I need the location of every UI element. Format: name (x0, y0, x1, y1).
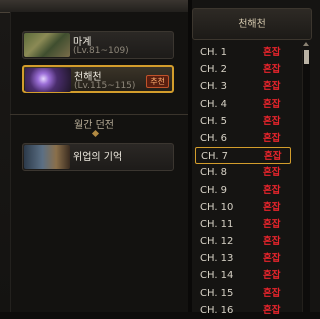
memory-of-feat-image (24, 145, 70, 169)
channel-name: CH. 10 (200, 201, 234, 213)
channel-name: CH. 11 (200, 218, 234, 230)
channel-row[interactable]: CH. 9 혼잡 (195, 182, 291, 199)
dungeon-level: (Lv.115~115) (74, 81, 136, 91)
scroll-up-icon[interactable] (303, 42, 309, 46)
channel-status: 혼잡 (263, 64, 281, 76)
channel-row[interactable]: CH. 4 혼잡 (195, 96, 291, 113)
channel-name: CH. 14 (200, 270, 234, 282)
channel-name: CH. 4 (200, 98, 228, 110)
channel-status: 혼잡 (263, 253, 281, 265)
channel-name: CH. 9 (200, 184, 228, 196)
channel-status: 혼잡 (263, 304, 281, 316)
channel-status: 혼잡 (263, 287, 281, 299)
dungeon-level: (Lv.81~109) (73, 46, 129, 56)
dungeon-item-magye[interactable]: 마계 (Lv.81~109) (22, 31, 174, 59)
channel-status: 혼잡 (263, 270, 281, 282)
channel-row[interactable]: CH. 6 혼잡 (195, 130, 291, 147)
channel-name: CH. 6 (200, 132, 228, 144)
dungeon-item-memory-of-feat[interactable]: 위업의 기억 (22, 143, 174, 171)
channel-name: CH. 15 (200, 287, 234, 299)
channel-status: 혼잡 (263, 236, 281, 248)
channel-row[interactable]: CH. 13 혼잡 (195, 250, 291, 267)
channel-row[interactable]: CH. 1 혼잡 (195, 44, 291, 61)
channel-status: 혼잡 (263, 201, 281, 213)
channel-row[interactable]: CH. 11 혼잡 (195, 216, 291, 233)
channel-status: 혼잡 (263, 115, 281, 127)
channel-status: 혼잡 (263, 132, 281, 144)
channel-row[interactable]: CH. 12 혼잡 (195, 233, 291, 250)
channel-name: CH. 13 (200, 253, 234, 265)
channel-name: CH. 7 (201, 151, 229, 163)
channel-status: 혼잡 (264, 151, 282, 163)
recommended-badge: 추천 (146, 75, 169, 88)
channel-name: CH. 2 (200, 64, 228, 76)
cheonhaecheon-image (25, 68, 71, 92)
channel-name: CH. 16 (200, 304, 234, 316)
dungeon-title: 위업의 기억 (73, 152, 123, 163)
channel-row[interactable]: CH. 10 혼잡 (195, 199, 291, 216)
channel-name: CH. 1 (200, 47, 228, 58)
channel-name: CH. 3 (200, 81, 228, 93)
channel-status: 혼잡 (263, 184, 281, 196)
section-divider (10, 114, 188, 115)
channel-name: CH. 8 (200, 167, 228, 179)
dungeon-list-panel: 마계 (Lv.81~109) 천해천 (Lv.115~115) 추천 월간 던전… (0, 0, 192, 312)
dungeon-item-cheonhaecheon[interactable]: 천해천 (Lv.115~115) 추천 (22, 65, 174, 93)
channel-row[interactable]: CH. 5 혼잡 (195, 113, 291, 130)
channel-row-selected[interactable]: CH. 7 혼잡 (195, 147, 291, 165)
channel-status: 혼잡 (263, 98, 281, 110)
channel-row[interactable]: CH. 15 혼잡 (195, 285, 291, 302)
channel-name: CH. 5 (200, 115, 228, 127)
channel-status: 혼잡 (263, 81, 281, 93)
channel-row[interactable]: CH. 14 혼잡 (195, 267, 291, 284)
channel-row[interactable]: CH. 16 혼잡 (195, 302, 291, 319)
channel-status: 혼잡 (263, 47, 281, 58)
channel-scrollbar[interactable] (302, 50, 310, 312)
channel-name: CH. 12 (200, 236, 234, 248)
channel-list: CH. 1 혼잡 CH. 2 혼잡 CH. 3 혼잡 CH. 4 혼잡 CH. 5 혼잡 … (195, 44, 305, 319)
channel-row[interactable]: CH. 2 혼잡 (195, 61, 291, 78)
magye-dungeon-image (24, 33, 70, 57)
scroll-thumb[interactable] (304, 50, 309, 64)
channel-row[interactable]: CH. 3 혼잡 (195, 78, 291, 95)
channel-panel-title: 천해천 (192, 8, 312, 40)
channel-status: 혼잡 (263, 167, 281, 179)
channel-panel: 천해천 CH. 1 혼잡 CH. 2 혼잡 CH. 3 혼잡 CH. 4 혼잡 CH. … (192, 0, 320, 316)
channel-row[interactable]: CH. 8 혼잡 (195, 164, 291, 181)
channel-status: 혼잡 (263, 218, 281, 230)
